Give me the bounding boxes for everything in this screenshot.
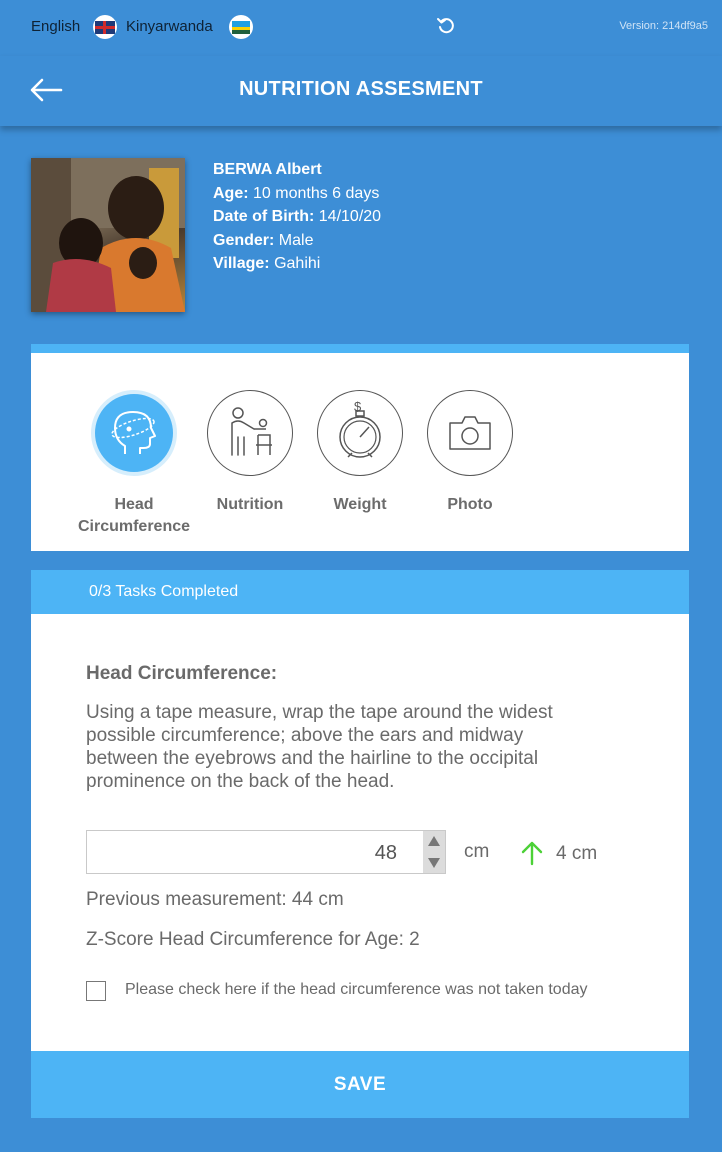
- unit-label: cm: [464, 841, 490, 862]
- task-label-photo: Photo: [447, 496, 493, 513]
- tasks-completed-text: 0/3 Tasks Completed: [89, 583, 239, 600]
- increase-arrow-icon: [521, 841, 543, 866]
- spin-up-icon[interactable]: [428, 836, 440, 846]
- measurement-change: 4 cm: [556, 843, 598, 864]
- task-weight-button[interactable]: $: [317, 390, 403, 476]
- tasks-progress-bar: 0/3 Tasks Completed: [31, 570, 689, 614]
- not-taken-label: Please check here if the head circumfere…: [125, 981, 588, 998]
- language-kinyarwanda[interactable]: Kinyarwanda: [126, 18, 213, 35]
- head-circumference-value: 48: [374, 842, 397, 864]
- camera-icon: [449, 416, 491, 450]
- gender-label: Gender:: [213, 231, 275, 249]
- dob-value: 14/10/20: [318, 208, 382, 225]
- app-header: NUTRITION ASSESMENT: [0, 56, 722, 126]
- version-label: Version: 214df9a5: [619, 20, 708, 32]
- village-label: Village:: [213, 255, 270, 272]
- weight-scale-icon: $: [339, 399, 381, 458]
- task-nutrition-button[interactable]: [207, 390, 293, 476]
- assessment-tasks-card: Head Circumference Nutrition $ Weight Ph…: [31, 344, 689, 551]
- top-bar: English Kinyarwanda Version: 214df9a5: [0, 0, 722, 56]
- age-label: Age:: [213, 184, 249, 202]
- z-score: Z-Score Head Circumference for Age: 2: [86, 929, 420, 950]
- age-value: 10 months 6 days: [253, 184, 380, 202]
- measurement-instructions: Using a tape measure, wrap the tape arou…: [86, 702, 553, 792]
- gender-value: Male: [278, 231, 314, 249]
- head-circumference-form: Head Circumference: Using a tape measure…: [31, 614, 689, 1051]
- uk-flag-icon[interactable]: [93, 15, 117, 39]
- task-head-circumference-button[interactable]: [91, 390, 177, 476]
- village-value: Gahihi: [274, 255, 321, 272]
- spin-down-icon[interactable]: [428, 858, 440, 868]
- rwanda-flag-icon[interactable]: [229, 15, 253, 39]
- child-profile: BERWA Albert Age: 10 months 6 days Date …: [213, 158, 381, 276]
- head-circumference-input[interactable]: 48: [86, 830, 446, 874]
- number-spinner[interactable]: [423, 831, 445, 873]
- refresh-icon[interactable]: [436, 16, 456, 36]
- dob-label: Date of Birth:: [213, 208, 315, 225]
- child-name: BERWA Albert: [213, 161, 322, 178]
- child-photo: [31, 158, 185, 312]
- form-title: Head Circumference:: [86, 663, 278, 684]
- previous-measurement: Previous measurement: 44 cm: [86, 889, 344, 910]
- language-english[interactable]: English: [31, 18, 80, 35]
- not-taken-checkbox[interactable]: [86, 981, 106, 1001]
- head-circumference-icon: [111, 411, 156, 454]
- page-title: NUTRITION ASSESMENT: [239, 78, 483, 100]
- nutrition-icon: [231, 407, 272, 456]
- save-button[interactable]: SAVE: [31, 1051, 689, 1118]
- task-photo-button[interactable]: [427, 390, 513, 476]
